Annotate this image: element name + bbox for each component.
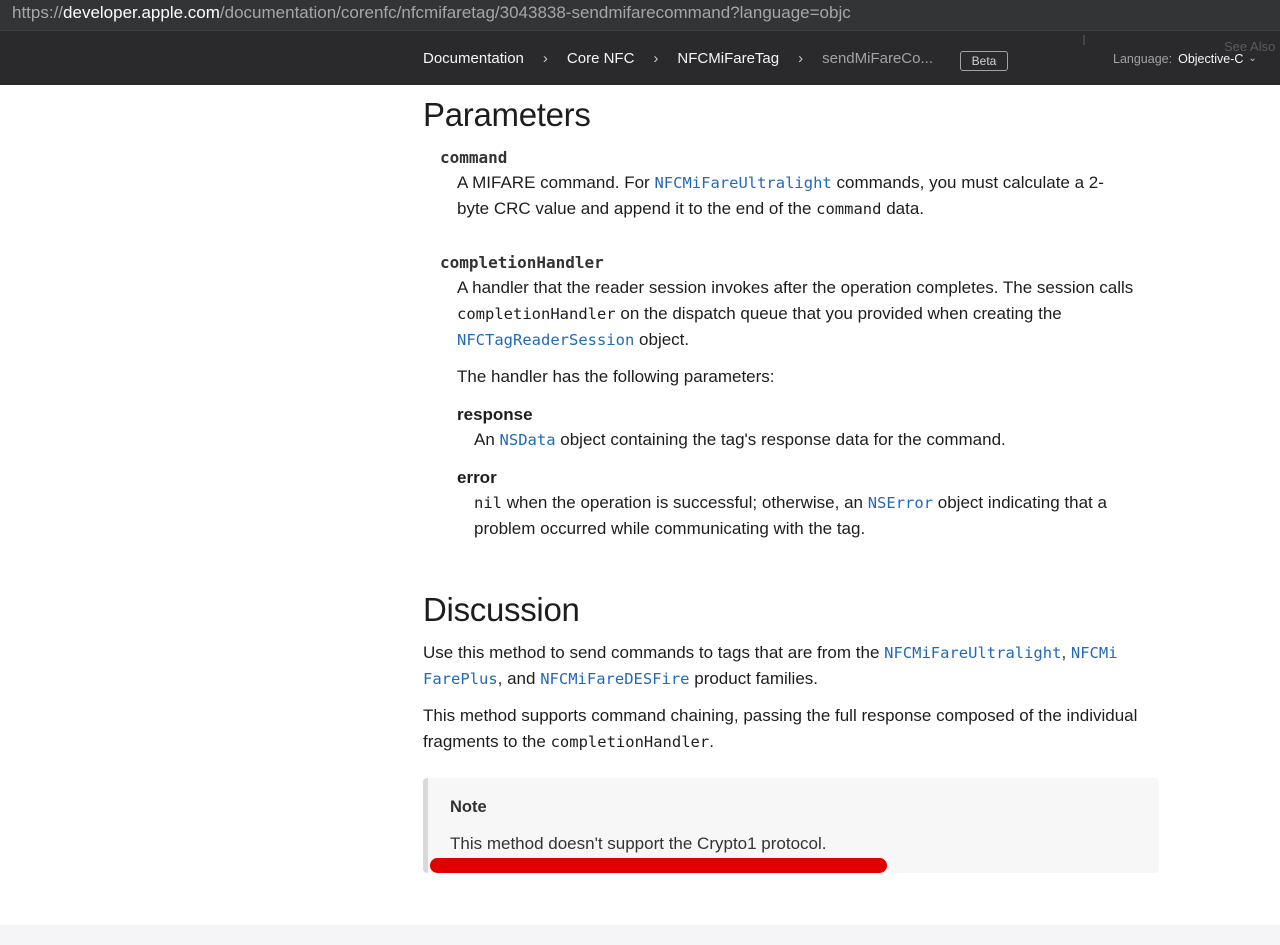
discussion-paragraph-2: This method supports command chaining, p… bbox=[423, 706, 1138, 751]
handler-param-error-name: error bbox=[457, 468, 497, 487]
address-bar[interactable]: https://developer.apple.com/documentatio… bbox=[0, 0, 1280, 30]
link-nfcmifaredesfire[interactable]: NFCMiFareDESFire bbox=[540, 670, 689, 688]
discussion-paragraph-1: Use this method to send commands to tags… bbox=[423, 643, 1118, 688]
url-scheme: https:// bbox=[12, 3, 64, 22]
handler-param-error-description: nil when the operation is successful; ot… bbox=[474, 493, 1107, 538]
breadcrumb: Documentation › Core NFC › NFCMiFareTag … bbox=[423, 31, 933, 86]
url-path: /documentation/corenfc/nfcmifaretag/3043… bbox=[219, 3, 851, 22]
code-command: command bbox=[816, 200, 882, 218]
chevron-right-icon: › bbox=[542, 50, 548, 67]
url-host: developer.apple.com bbox=[63, 3, 220, 22]
see-also-link[interactable]: See Also bbox=[1224, 39, 1275, 54]
chevron-right-icon: › bbox=[798, 50, 804, 67]
code-nil: nil bbox=[474, 494, 502, 512]
red-highlight-underline bbox=[430, 858, 887, 873]
link-nfcmifareultralight[interactable]: NFCMiFareUltralight bbox=[654, 174, 831, 192]
param-command-name: command bbox=[440, 148, 508, 167]
link-nfctagreadersession[interactable]: NFCTagReaderSession bbox=[457, 331, 634, 349]
param-completion-handler-name: completionHandler bbox=[440, 253, 604, 272]
handler-param-response-name: response bbox=[457, 405, 533, 424]
link-nfcmifareultralight-2[interactable]: NFCMiFareUltralight bbox=[884, 644, 1061, 662]
chevron-down-icon: ⌄ bbox=[1248, 53, 1257, 64]
footer-strip bbox=[0, 925, 1280, 945]
beta-badge: Beta bbox=[960, 51, 1008, 71]
breadcrumb-documentation[interactable]: Documentation bbox=[423, 50, 524, 67]
note-body: This method doesn't support the Crypto1 … bbox=[450, 834, 827, 853]
language-label: Language: bbox=[1113, 51, 1173, 66]
param-completion-handler-description: A handler that the reader session invoke… bbox=[457, 278, 1134, 349]
note-title: Note bbox=[450, 798, 487, 816]
breadcrumb-current-page: sendMiFareCo... bbox=[822, 50, 933, 67]
parameters-heading: Parameters bbox=[423, 96, 591, 133]
code-completion-handler: completionHandler bbox=[457, 305, 616, 323]
link-nsdata[interactable]: NSData bbox=[500, 431, 556, 449]
scroll-indicator bbox=[1083, 35, 1085, 45]
chevron-right-icon: › bbox=[653, 50, 659, 67]
code-completion-handler-2: completionHandler bbox=[550, 733, 710, 751]
link-nfcmifareplus-part2[interactable]: FarePlus bbox=[423, 670, 498, 688]
discussion-heading: Discussion bbox=[423, 591, 580, 628]
param-command-description: A MIFARE command. For NFCMiFareUltraligh… bbox=[457, 173, 1104, 218]
handler-parameters-intro: The handler has the following parameters… bbox=[457, 367, 775, 386]
link-nserror[interactable]: NSError bbox=[868, 494, 933, 512]
link-nfcmifareplus-part1[interactable]: NFCMi bbox=[1071, 644, 1118, 662]
breadcrumb-core-nfc[interactable]: Core NFC bbox=[567, 50, 635, 67]
breadcrumb-nfcmifaretag[interactable]: NFCMiFareTag bbox=[677, 50, 779, 67]
documentation-nav-bar: Documentation › Core NFC › NFCMiFareTag … bbox=[0, 30, 1280, 85]
handler-param-response-description: An NSData object containing the tag's re… bbox=[474, 430, 1006, 449]
